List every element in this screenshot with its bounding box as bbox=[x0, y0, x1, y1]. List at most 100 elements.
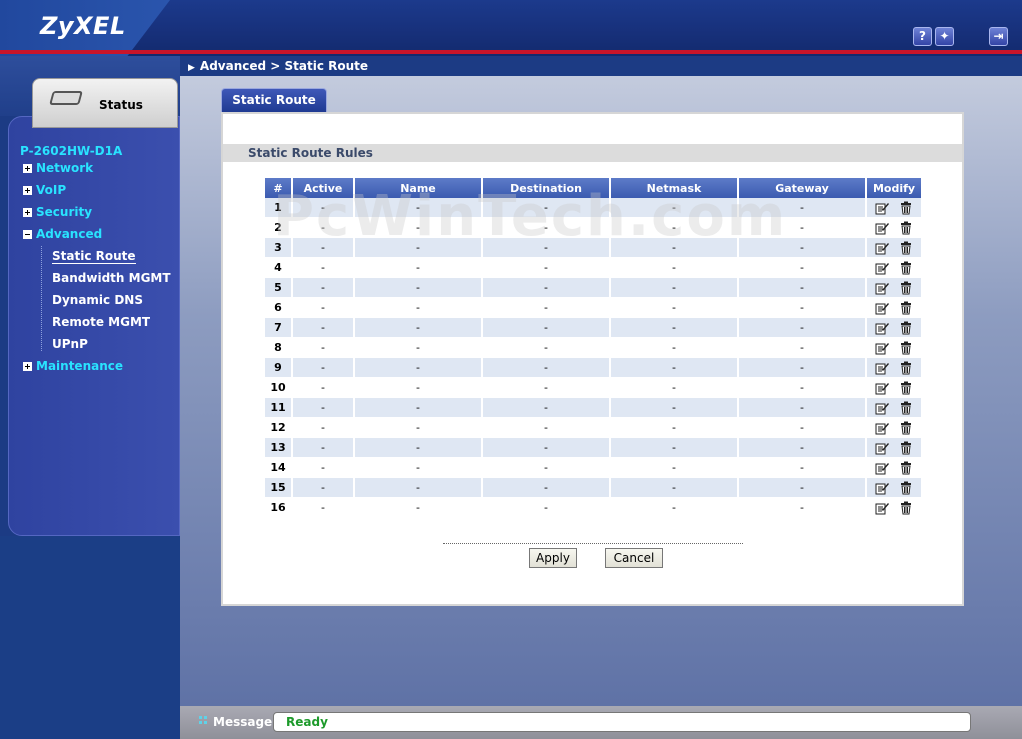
table-cell: - bbox=[611, 498, 739, 518]
cancel-button[interactable]: Cancel bbox=[605, 548, 663, 568]
table-cell: - bbox=[355, 398, 483, 418]
edit-icon[interactable] bbox=[875, 421, 889, 435]
table-cell: - bbox=[611, 378, 739, 398]
table-cell: - bbox=[293, 498, 355, 518]
edit-icon[interactable] bbox=[875, 441, 889, 455]
router-icon bbox=[49, 91, 83, 105]
table-row: 7----- bbox=[265, 318, 921, 338]
table-row: 3----- bbox=[265, 238, 921, 258]
delete-icon[interactable] bbox=[899, 301, 913, 315]
sidebar-item-security[interactable]: Security bbox=[23, 205, 92, 219]
table-cell: - bbox=[739, 438, 867, 458]
edit-icon[interactable] bbox=[875, 221, 889, 235]
table-cell: - bbox=[483, 338, 611, 358]
sidebar-item-maintenance[interactable]: Maintenance bbox=[23, 359, 123, 373]
delete-icon[interactable] bbox=[899, 221, 913, 235]
divider bbox=[443, 543, 743, 544]
edit-icon[interactable] bbox=[875, 301, 889, 315]
table-cell: - bbox=[293, 198, 355, 218]
table-cell: - bbox=[483, 198, 611, 218]
sidebar: Status P-2602HW-D1A Network VoIP Securit… bbox=[0, 56, 180, 739]
edit-icon[interactable] bbox=[875, 501, 889, 515]
modify-cell bbox=[867, 458, 921, 478]
edit-icon[interactable] bbox=[875, 281, 889, 295]
help-icon[interactable]: ? bbox=[913, 27, 932, 46]
row-number: 16 bbox=[265, 498, 293, 518]
delete-icon[interactable] bbox=[899, 261, 913, 275]
edit-icon[interactable] bbox=[875, 241, 889, 255]
delete-icon[interactable] bbox=[899, 501, 913, 515]
edit-icon[interactable] bbox=[875, 381, 889, 395]
sidebar-subitem-remote-mgmt[interactable]: Remote MGMT bbox=[52, 315, 150, 329]
sidebar-subitem-upnp[interactable]: UPnP bbox=[52, 337, 88, 351]
row-number: 14 bbox=[265, 458, 293, 478]
column-header: Name bbox=[355, 178, 483, 198]
status-tab-label: Status bbox=[99, 98, 143, 112]
sidebar-item-advanced[interactable]: Advanced bbox=[23, 227, 102, 241]
sidebar-item-network[interactable]: Network bbox=[23, 161, 93, 175]
table-cell: - bbox=[355, 378, 483, 398]
edit-icon[interactable] bbox=[875, 201, 889, 215]
table-cell: - bbox=[355, 278, 483, 298]
delete-icon[interactable] bbox=[899, 341, 913, 355]
wizard-icon[interactable]: ✦ bbox=[935, 27, 954, 46]
section-title: Static Route Rules bbox=[223, 144, 962, 162]
table-cell: - bbox=[483, 398, 611, 418]
delete-icon[interactable] bbox=[899, 321, 913, 335]
edit-icon[interactable] bbox=[875, 341, 889, 355]
delete-icon[interactable] bbox=[899, 401, 913, 415]
table-cell: - bbox=[293, 478, 355, 498]
delete-icon[interactable] bbox=[899, 381, 913, 395]
edit-icon[interactable] bbox=[875, 461, 889, 475]
table-cell: - bbox=[355, 238, 483, 258]
delete-icon[interactable] bbox=[899, 281, 913, 295]
row-number: 8 bbox=[265, 338, 293, 358]
table-cell: - bbox=[293, 238, 355, 258]
edit-icon[interactable] bbox=[875, 481, 889, 495]
modify-cell bbox=[867, 298, 921, 318]
row-number: 10 bbox=[265, 378, 293, 398]
table-cell: - bbox=[611, 398, 739, 418]
table-cell: - bbox=[355, 338, 483, 358]
tab-static-route[interactable]: Static Route bbox=[221, 88, 327, 112]
table-cell: - bbox=[739, 358, 867, 378]
table-cell: - bbox=[355, 198, 483, 218]
table-cell: - bbox=[739, 418, 867, 438]
table-cell: - bbox=[611, 278, 739, 298]
edit-icon[interactable] bbox=[875, 401, 889, 415]
edit-icon[interactable] bbox=[875, 321, 889, 335]
edit-icon[interactable] bbox=[875, 361, 889, 375]
delete-icon[interactable] bbox=[899, 201, 913, 215]
table-cell: - bbox=[611, 298, 739, 318]
edit-icon[interactable] bbox=[875, 261, 889, 275]
table-cell: - bbox=[355, 358, 483, 378]
row-number: 6 bbox=[265, 298, 293, 318]
delete-icon[interactable] bbox=[899, 481, 913, 495]
table-cell: - bbox=[739, 378, 867, 398]
table-cell: - bbox=[355, 298, 483, 318]
delete-icon[interactable] bbox=[899, 241, 913, 255]
delete-icon[interactable] bbox=[899, 361, 913, 375]
table-row: 1----- bbox=[265, 198, 921, 218]
sidebar-item-voip[interactable]: VoIP bbox=[23, 183, 66, 197]
table-cell: - bbox=[483, 418, 611, 438]
sidebar-subitem-bandwidth-mgmt[interactable]: Bandwidth MGMT bbox=[52, 271, 171, 285]
status-tab[interactable]: Status bbox=[32, 78, 178, 128]
table-row: 14- - - - - bbox=[265, 458, 921, 478]
table-row: 8----- bbox=[265, 338, 921, 358]
collapse-icon bbox=[23, 229, 32, 239]
table-cell: - bbox=[293, 278, 355, 298]
sidebar-subitem-static-route[interactable]: Static Route bbox=[52, 249, 136, 264]
delete-icon[interactable] bbox=[899, 421, 913, 435]
table-cell: - bbox=[611, 198, 739, 218]
table-cell: - bbox=[611, 478, 739, 498]
table-cell: - bbox=[293, 438, 355, 458]
logout-icon[interactable]: ⇥ bbox=[989, 27, 1008, 46]
delete-icon[interactable] bbox=[899, 461, 913, 475]
delete-icon[interactable] bbox=[899, 441, 913, 455]
status-bar: Message Ready bbox=[180, 706, 1022, 739]
apply-button[interactable]: Apply bbox=[529, 548, 577, 568]
table-cell: - bbox=[355, 258, 483, 278]
sidebar-subitem-dynamic-dns[interactable]: Dynamic DNS bbox=[52, 293, 143, 307]
modify-cell bbox=[867, 358, 921, 378]
